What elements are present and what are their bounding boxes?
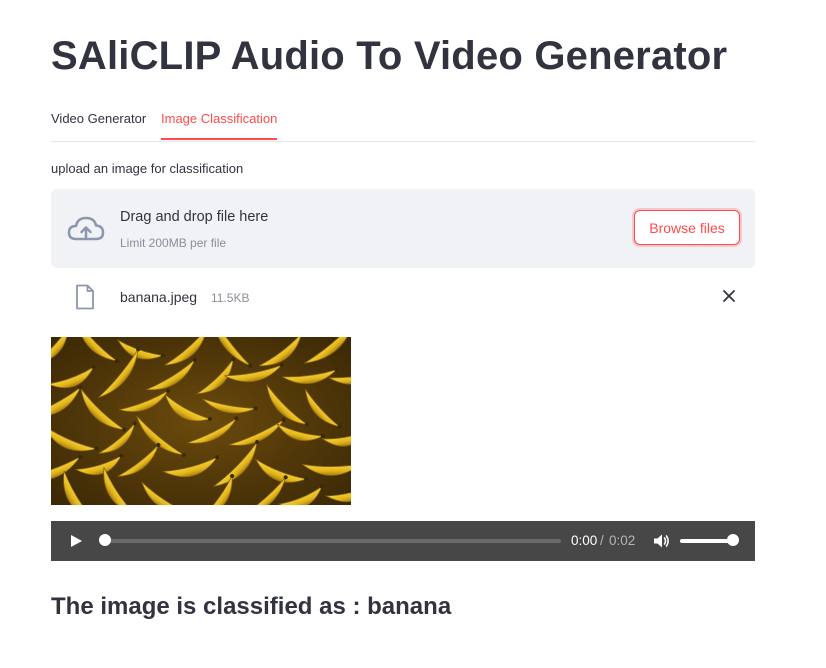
dropzone-limit: Limit 200MB per file bbox=[120, 236, 227, 250]
play-icon[interactable] bbox=[69, 534, 83, 548]
file-icon bbox=[76, 284, 94, 310]
close-icon[interactable] bbox=[721, 288, 737, 304]
audio-player: 0:00 / 0:02 bbox=[51, 521, 755, 561]
tab-image-classification[interactable]: Image Classification bbox=[161, 104, 278, 140]
file-dropzone[interactable]: Drag and drop file here Limit 200MB per … bbox=[51, 189, 755, 268]
volume-icon[interactable] bbox=[652, 532, 670, 550]
uploader-label: upload an image for classification bbox=[51, 161, 244, 176]
audio-current-time: 0:00 bbox=[571, 533, 598, 548]
audio-seek-thumb[interactable] bbox=[99, 534, 111, 546]
tab-video-generator[interactable]: Video Generator bbox=[51, 104, 146, 138]
uploaded-file-size: 11.5KB bbox=[211, 291, 250, 305]
volume-slider[interactable] bbox=[680, 539, 734, 543]
uploaded-file-name: banana.jpeg bbox=[120, 289, 198, 305]
audio-time-separator: / bbox=[600, 533, 604, 548]
cloud-upload-icon bbox=[67, 216, 105, 241]
tab-bar: Video Generator Image Classification bbox=[51, 104, 755, 142]
volume-thumb[interactable] bbox=[727, 534, 739, 546]
audio-seek-bar[interactable] bbox=[105, 539, 561, 543]
browse-files-button[interactable]: Browse files bbox=[634, 210, 740, 245]
classification-result: The image is classified as : banana bbox=[51, 593, 452, 620]
audio-duration: 0:02 bbox=[609, 533, 636, 548]
uploaded-file-row: banana.jpeg 11.5KB bbox=[51, 281, 755, 315]
dropzone-instructions: Drag and drop file here bbox=[120, 209, 269, 225]
banana-image bbox=[51, 337, 351, 505]
page-title: SAliCLIP Audio To Video Generator bbox=[51, 34, 728, 78]
